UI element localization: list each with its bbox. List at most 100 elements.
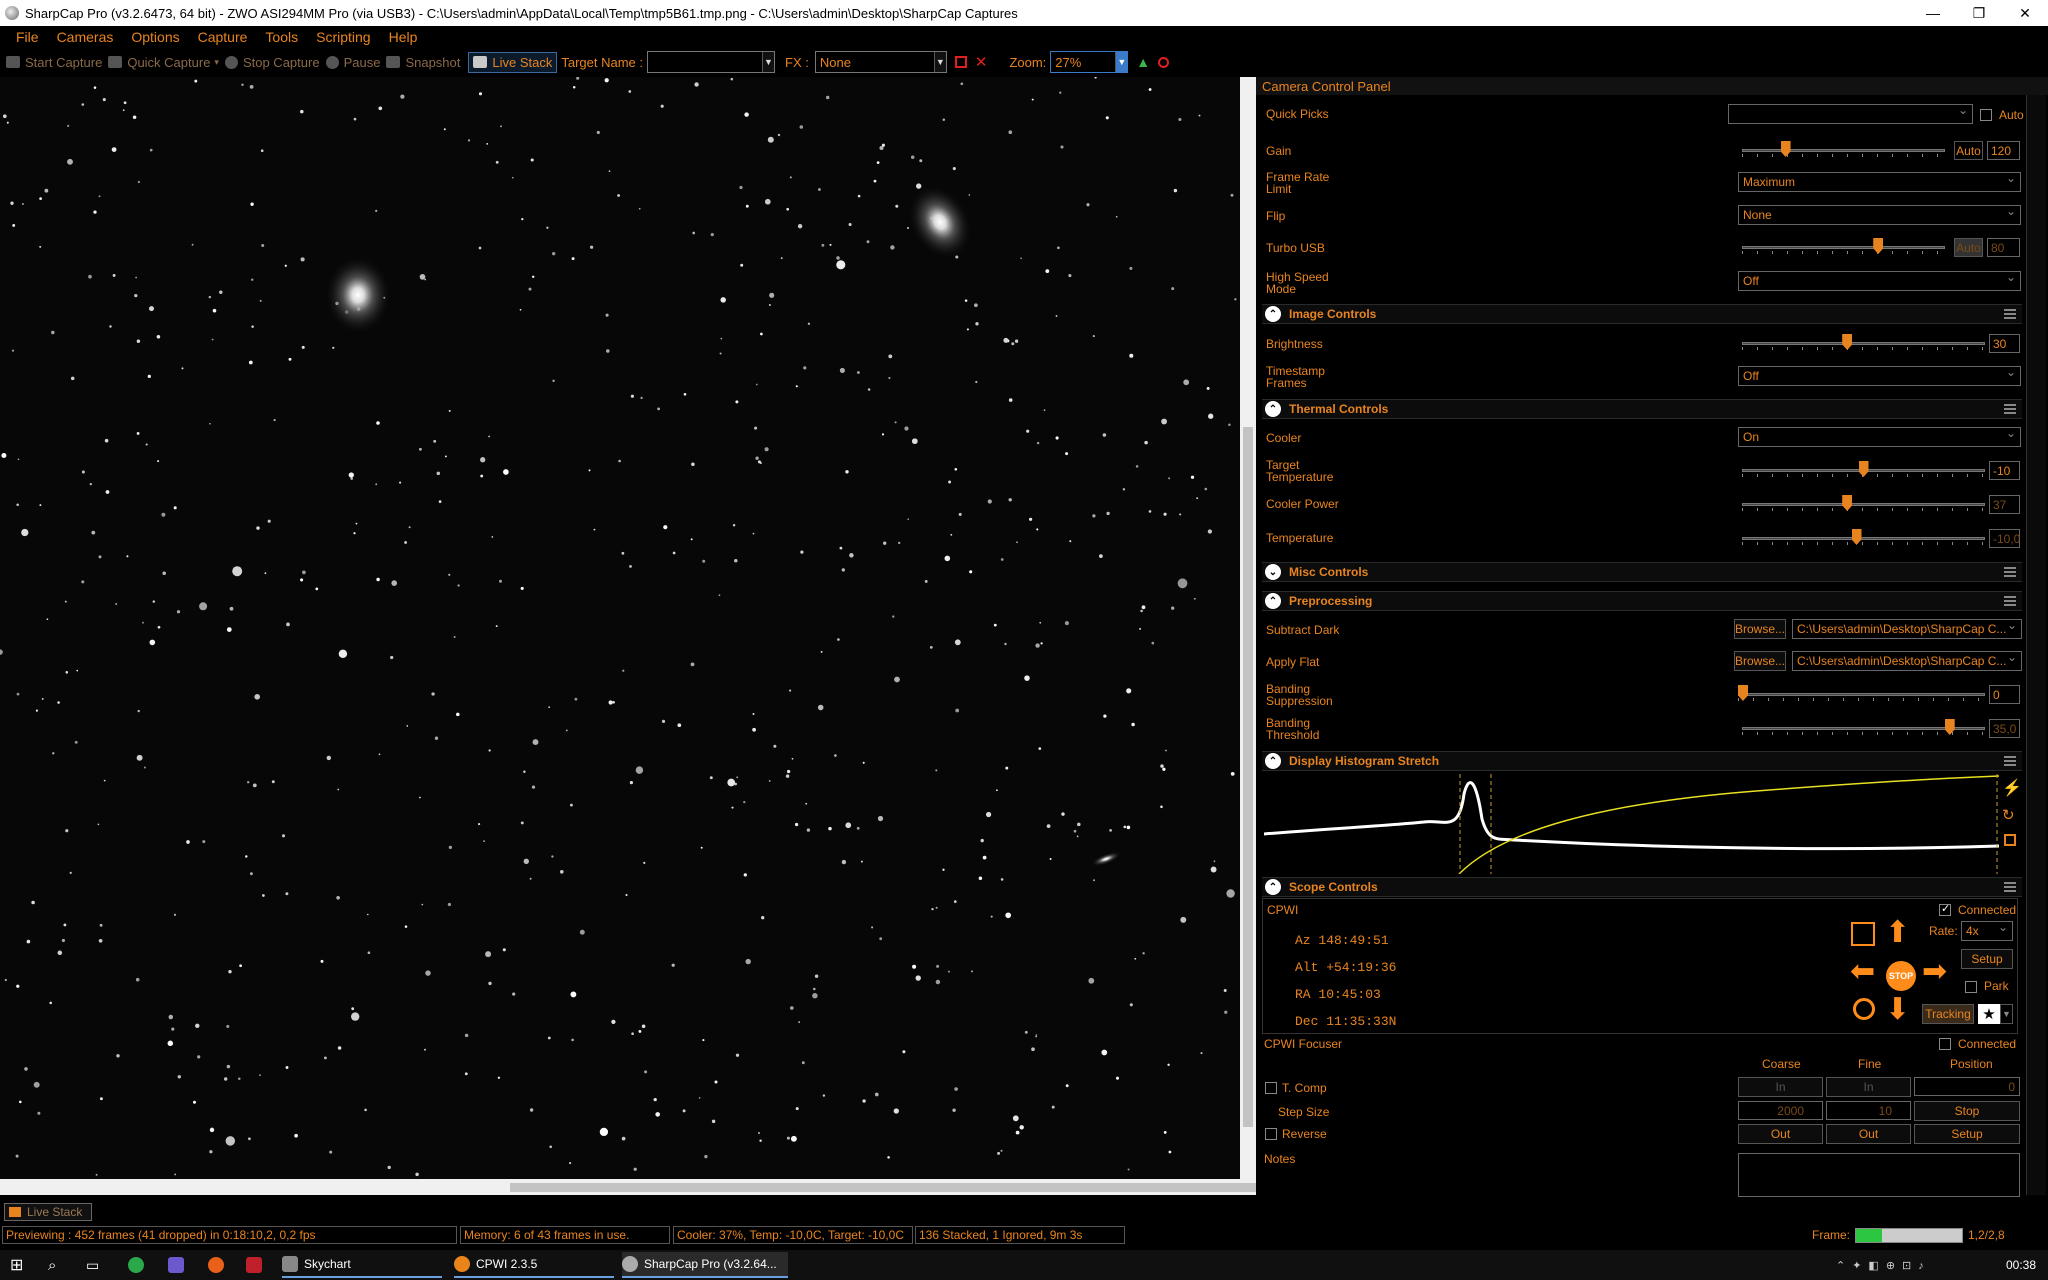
brightness-slider[interactable] [1742, 334, 1985, 350]
task-view-button[interactable]: ▭ [86, 1252, 99, 1278]
quick-capture-button[interactable]: Quick Capture ▾ [108, 55, 219, 70]
taskbar-skychart[interactable]: Skychart [282, 1252, 442, 1278]
star-icon[interactable]: ★ [1978, 1004, 2000, 1024]
thermal-controls-header[interactable]: ⌃ Thermal Controls [1262, 399, 2022, 419]
image-horizontal-scrollbar[interactable] [0, 1179, 1570, 1195]
menu-options[interactable]: Options [131, 29, 179, 45]
fine-step-input[interactable]: 10 [1826, 1101, 1911, 1120]
scope-controls-header[interactable]: ⌃ Scope Controls [1262, 877, 2022, 897]
section-menu-icon[interactable] [2004, 882, 2016, 892]
live-stack-button[interactable]: Live Stack [468, 51, 558, 73]
fine-out-button[interactable]: Out [1826, 1124, 1911, 1144]
banding-suppression-slider[interactable] [1738, 685, 1985, 701]
apply-flat-select[interactable]: C:\Users\admin\Desktop\SharpCap C... [1792, 650, 2022, 671]
menu-cameras[interactable]: Cameras [57, 29, 114, 45]
taskbar-sharpcap[interactable]: SharpCap Pro (v3.2.64... [622, 1252, 788, 1278]
goto-icon[interactable] [1851, 922, 1875, 946]
image-vertical-scrollbar[interactable] [1240, 77, 1256, 1179]
flip-select[interactable]: None [1738, 204, 2021, 225]
pinned-app-asi[interactable] [246, 1252, 268, 1278]
crosshair-icon[interactable]: ✕ [975, 53, 988, 71]
target-name-dropdown[interactable]: ▼ [647, 51, 776, 73]
notes-textarea[interactable] [1738, 1153, 2020, 1197]
menu-file[interactable]: File [16, 29, 39, 45]
zoom-dropdown[interactable]: 27% ▼ [1050, 51, 1129, 73]
tcomp-checkbox[interactable] [1265, 1082, 1277, 1094]
minimize-button[interactable]: — [1910, 0, 1956, 26]
brightness-value[interactable]: 30 [1989, 334, 2020, 353]
reset-icon[interactable]: ↻ [2002, 806, 2015, 824]
firefox-button[interactable] [208, 1252, 230, 1278]
turbo-usb-value[interactable]: 80 [1987, 238, 2020, 257]
park-checkbox[interactable] [1965, 981, 1977, 993]
image-controls-header[interactable]: ⌃ Image Controls [1262, 304, 2022, 324]
target-temperature-slider[interactable] [1742, 461, 1985, 477]
subtract-dark-browse-button[interactable]: Browse... [1734, 619, 1786, 639]
section-menu-icon[interactable] [2004, 404, 2016, 414]
menu-help[interactable]: Help [389, 29, 418, 45]
tab-live-stack[interactable]: Live Stack [4, 1203, 92, 1221]
pause-button[interactable]: Pause [325, 55, 380, 70]
quick-picks-select[interactable] [1728, 103, 1973, 124]
collapse-icon[interactable]: ⌃ [1265, 879, 1281, 895]
panel-scrollbar[interactable] [2026, 95, 2046, 1195]
frame-rate-select[interactable]: Maximum [1738, 171, 2021, 192]
section-menu-icon[interactable] [2004, 309, 2016, 319]
focuser-setup-button[interactable]: Setup [1914, 1124, 2020, 1144]
pinned-app-1[interactable] [128, 1252, 150, 1278]
misc-controls-header[interactable]: ⌄ Misc Controls [1262, 562, 2022, 582]
pinned-app-2[interactable] [168, 1252, 190, 1278]
gain-slider[interactable] [1742, 141, 1945, 157]
chevron-down-icon[interactable]: ▼ [2000, 1004, 2013, 1024]
collapse-icon[interactable]: ⌃ [1265, 306, 1281, 322]
snapshot-button[interactable]: Snapshot [386, 55, 460, 70]
scope-setup-button[interactable]: Setup [1961, 949, 2013, 969]
collapse-icon[interactable]: ⌃ [1265, 753, 1281, 769]
select-area-icon[interactable] [954, 56, 967, 68]
coarse-step-input[interactable]: 2000 [1738, 1101, 1823, 1120]
zoom-magnifier-icon[interactable] [1158, 56, 1170, 68]
preprocessing-header[interactable]: ⌃ Preprocessing [1262, 591, 2022, 611]
move-north-arrow-icon[interactable]: ⬆ [1885, 918, 1910, 948]
banding-threshold-value[interactable]: 35,0 [1989, 719, 2020, 738]
histogram-icon[interactable]: ▲ [1136, 54, 1150, 70]
scope-connected-checkbox[interactable] [1939, 902, 1951, 916]
coarse-in-button[interactable]: In [1738, 1077, 1823, 1097]
turbo-usb-auto-button[interactable]: Auto [1954, 238, 1983, 257]
fx-dropdown[interactable]: None ▼ [814, 51, 947, 73]
focuser-stop-button[interactable]: Stop [1914, 1101, 2020, 1121]
reverse-checkbox[interactable] [1265, 1128, 1277, 1140]
tracking-button[interactable]: Tracking [1922, 1004, 1974, 1024]
section-menu-icon[interactable] [2004, 567, 2016, 577]
histogram-header[interactable]: ⌃ Display Histogram Stretch [1262, 751, 2022, 771]
menu-capture[interactable]: Capture [198, 29, 248, 45]
close-button[interactable]: ✕ [2002, 0, 2048, 26]
expand-icon[interactable]: ⌄ [1265, 564, 1281, 580]
stop-capture-button[interactable]: Stop Capture [224, 55, 320, 70]
section-menu-icon[interactable] [2004, 596, 2016, 606]
temperature-value[interactable]: -10,0 [1989, 529, 2020, 548]
turbo-usb-slider[interactable] [1742, 238, 1945, 254]
system-tray-icons[interactable]: ⌃✦◧⊕⊡♪ [1836, 1252, 1931, 1278]
start-capture-button[interactable]: Start Capture [6, 55, 102, 70]
gain-value[interactable]: 120 [1987, 141, 2020, 160]
move-east-arrow-icon[interactable]: ➡ [1922, 957, 1947, 987]
collapse-icon[interactable]: ⌃ [1265, 401, 1281, 417]
high-speed-select[interactable]: Off [1738, 270, 2021, 291]
coarse-out-button[interactable]: Out [1738, 1124, 1823, 1144]
menu-tools[interactable]: Tools [265, 29, 298, 45]
rate-select[interactable]: 4x [1961, 920, 2013, 941]
subtract-dark-select[interactable]: C:\Users\admin\Desktop\SharpCap C... [1792, 618, 2022, 639]
focuser-connected-checkbox[interactable] [1939, 1038, 1951, 1050]
banding-suppression-value[interactable]: 0 [1989, 685, 2020, 704]
home-target-icon[interactable] [1853, 998, 1875, 1020]
temperature-slider[interactable] [1742, 529, 1985, 545]
search-button[interactable]: ⌕ [48, 1252, 56, 1278]
target-temperature-value[interactable]: -10 [1989, 461, 2020, 480]
save-icon[interactable] [2004, 834, 2016, 846]
taskbar-clock[interactable]: 00:38 [2006, 1252, 2036, 1278]
gain-auto-button[interactable]: Auto [1954, 141, 1983, 160]
timestamp-select[interactable]: Off [1738, 365, 2021, 386]
cooler-power-value[interactable]: 37 [1989, 495, 2020, 514]
apply-flat-browse-button[interactable]: Browse... [1734, 651, 1786, 671]
